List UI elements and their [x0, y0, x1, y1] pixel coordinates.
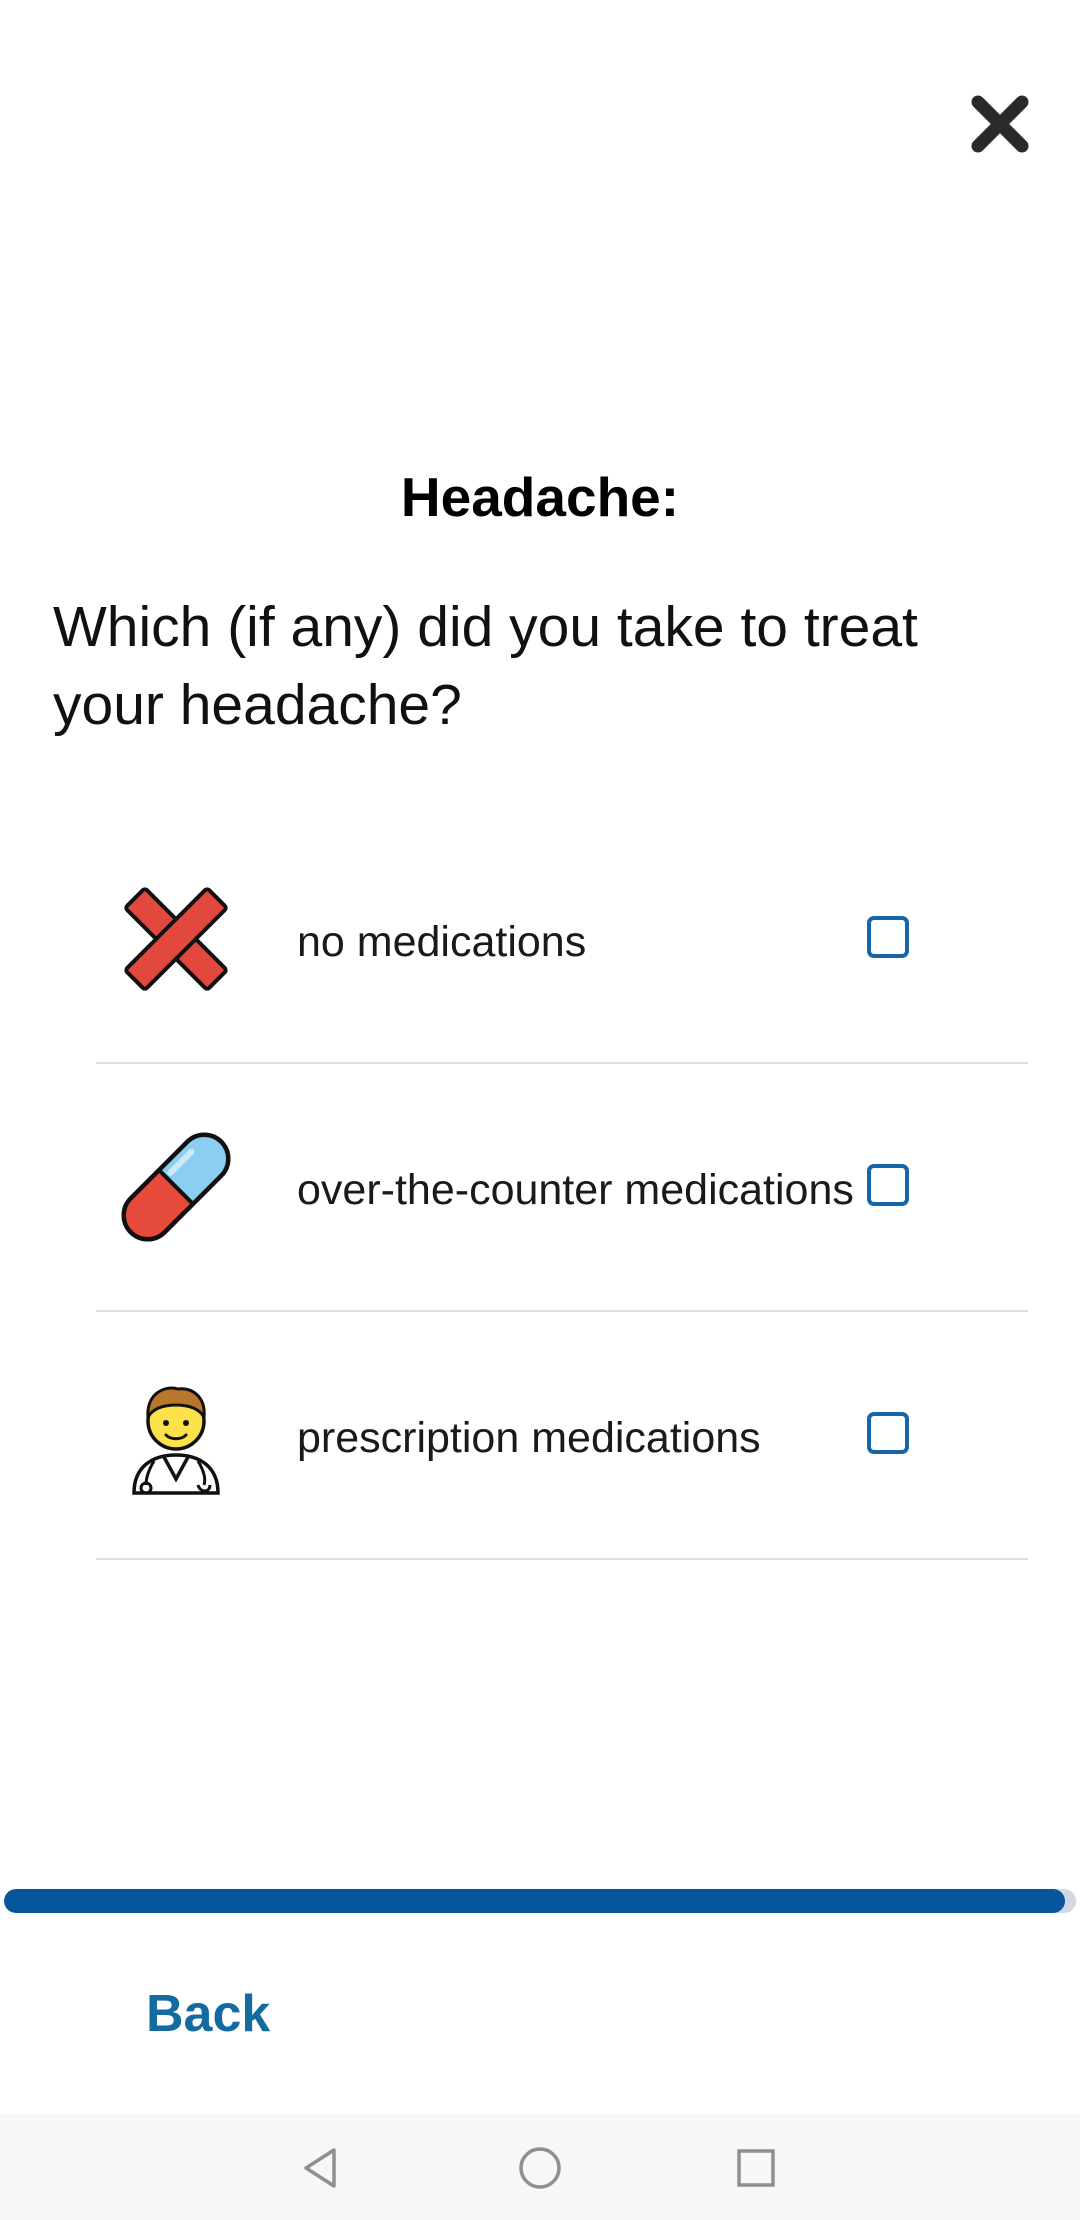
option-checkbox[interactable] — [867, 916, 909, 958]
nav-back-button[interactable] — [292, 2138, 352, 2198]
home-circle-icon — [519, 2147, 561, 2189]
nav-home-button[interactable] — [510, 2138, 570, 2198]
close-icon — [971, 95, 1029, 153]
red-cross-mark-icon — [116, 879, 236, 999]
option-otc-medications[interactable]: over-the-counter medications — [96, 1064, 1028, 1312]
system-navigation-bar — [0, 2114, 1080, 2220]
option-label: no medications — [297, 918, 587, 966]
progress-bar — [4, 1889, 1076, 1913]
nav-recents-button[interactable] — [726, 2138, 786, 2198]
option-prescription-medications[interactable]: prescription medications — [96, 1312, 1028, 1560]
pill-icon — [116, 1127, 236, 1247]
back-button[interactable]: Back — [146, 1980, 270, 2048]
option-checkbox[interactable] — [867, 1164, 909, 1206]
options-list: no medications over-the-counter medicati… — [96, 816, 1028, 1560]
close-button[interactable] — [964, 88, 1036, 160]
option-no-medications[interactable]: no medications — [96, 816, 1028, 1064]
progress-fill — [4, 1889, 1066, 1913]
back-triangle-icon — [304, 2148, 336, 2188]
option-checkbox[interactable] — [867, 1412, 909, 1454]
recents-square-icon — [737, 2149, 775, 2187]
doctor-icon — [116, 1375, 236, 1495]
page-title: Headache: — [400, 466, 680, 528]
option-label: over-the-counter medications — [297, 1166, 854, 1214]
question-text: Which (if any) did you take to treat you… — [53, 595, 918, 737]
option-label: prescription medications — [297, 1414, 761, 1462]
